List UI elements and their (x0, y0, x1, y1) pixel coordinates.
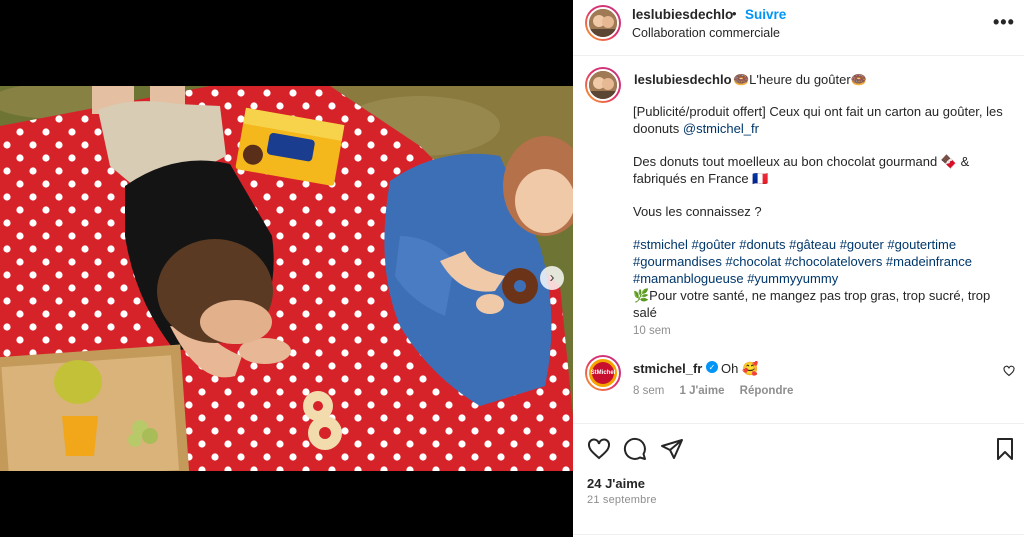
media-panel: › (0, 0, 573, 537)
heart-icon[interactable] (587, 437, 611, 461)
commenter-avatar[interactable]: StMichel (585, 355, 621, 391)
caption-paragraph: Des donuts tout moelleux au bon chocolat… (633, 154, 970, 186)
instagram-post-modal: › leslubiesdechlo • Suivre Collaboration… (0, 0, 1024, 537)
post-photo[interactable] (0, 86, 573, 471)
post-header: leslubiesdechlo • Suivre Collaboration c… (573, 0, 1024, 56)
hashtags[interactable]: #stmichel #goûter #donuts #gâteau #goute… (633, 236, 1013, 287)
avatar-photo (589, 9, 617, 37)
verified-badge-icon: ✓ (706, 361, 718, 373)
comment-likes[interactable]: 1 J'aime (680, 385, 725, 397)
comment-meta: 8 sem 1 J'aime Répondre (633, 385, 805, 397)
caption-avatar[interactable] (585, 67, 621, 103)
caption-health-notice: 🌿Pour votre santé, ne mangez pas trop gr… (633, 288, 991, 320)
share-icon[interactable] (660, 437, 684, 461)
chevron-right-icon: › (549, 268, 555, 286)
paid-partnership-label[interactable]: Collaboration commerciale (632, 26, 780, 40)
comment-heart-icon[interactable] (1003, 365, 1015, 377)
reply-button[interactable]: Répondre (740, 385, 794, 397)
author-username[interactable]: leslubiesdechlo (632, 7, 733, 22)
follow-button[interactable]: Suivre (745, 7, 786, 22)
mention-link[interactable]: @stmichel_fr (683, 121, 759, 136)
caption-username[interactable]: leslubiesdechlo (634, 72, 732, 87)
caption-paragraph: Vous les connaissez ? (633, 204, 762, 219)
picnic-photo-illustration (0, 86, 573, 471)
bookmark-icon[interactable] (993, 437, 1017, 461)
caption-body: [Publicité/produit offert] Ceux qui ont … (633, 103, 1013, 337)
caption-timestamp[interactable]: 10 sem (633, 325, 671, 337)
author-avatar[interactable] (585, 5, 621, 41)
avatar-photo (589, 71, 617, 99)
stmichel-logo: StMichel (591, 362, 615, 384)
comments-section: leslubiesdechlo 🍩L'heure du goûter🍩 [Pub… (573, 57, 1024, 423)
more-options-icon[interactable]: ••• (993, 12, 1015, 33)
likes-count[interactable]: 24 J'aime (587, 476, 645, 491)
comment-username[interactable]: stmichel_fr (633, 361, 702, 376)
post-date[interactable]: 21 septembre (587, 494, 657, 506)
header-separator: • (732, 6, 737, 21)
post-actions: 24 J'aime 21 septembre (573, 423, 1024, 537)
comment-timestamp[interactable]: 8 sem (633, 385, 664, 397)
post-side-panel: leslubiesdechlo • Suivre Collaboration c… (573, 0, 1024, 537)
next-slide-button[interactable]: › (540, 266, 564, 290)
caption-paragraph: [Publicité/produit offert] Ceux qui ont … (633, 103, 1013, 137)
comment-text: Oh 🥰 (721, 361, 759, 376)
caption-title: 🍩L'heure du goûter🍩 (733, 72, 867, 87)
comment-icon[interactable] (623, 437, 647, 461)
